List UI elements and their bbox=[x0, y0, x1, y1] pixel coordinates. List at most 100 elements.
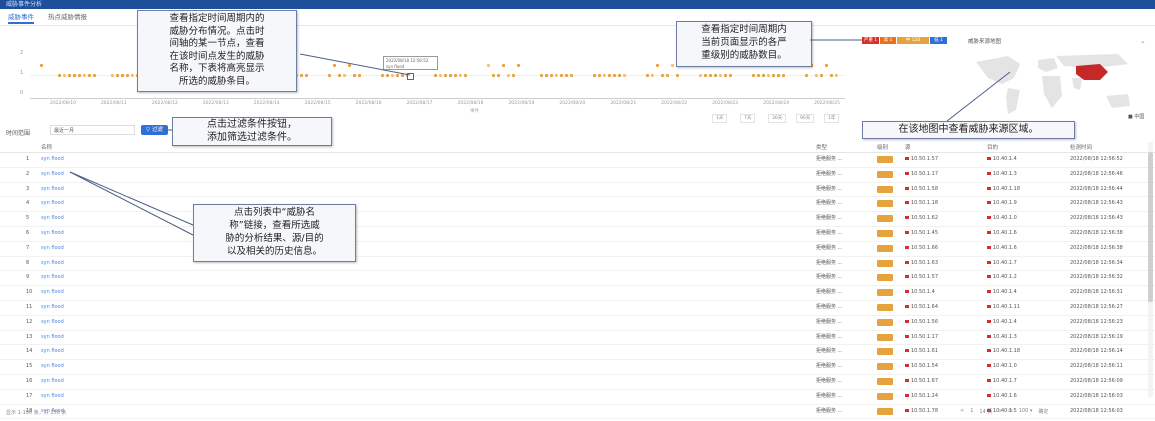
timeline-event-node[interactable] bbox=[704, 74, 707, 77]
timeline-event-node[interactable] bbox=[699, 74, 702, 77]
severity-badge[interactable]: 中 120 bbox=[897, 37, 929, 44]
timeline-event-node[interactable] bbox=[111, 74, 114, 77]
timeline-event-node[interactable] bbox=[512, 74, 515, 77]
timeline-event-node[interactable] bbox=[116, 74, 119, 77]
threat-name-link[interactable]: syn flood bbox=[41, 393, 64, 400]
timeline-event-node[interactable] bbox=[492, 74, 495, 77]
tab-threat-events[interactable]: 威胁事件 bbox=[8, 11, 34, 24]
timeline-event-node[interactable] bbox=[618, 74, 621, 77]
threat-name-link[interactable]: syn flood bbox=[41, 260, 64, 267]
threat-name-link[interactable]: syn flood bbox=[41, 274, 64, 281]
pager-control[interactable]: 100 ▾ bbox=[1019, 408, 1033, 415]
timeline-event-node[interactable] bbox=[502, 64, 505, 67]
table-row[interactable]: 13 syn flood 拒绝服务 ... 10.50.1.17 10.40.1.3 20… bbox=[0, 331, 1155, 346]
threat-name-link[interactable]: syn flood bbox=[41, 215, 64, 222]
table-row[interactable]: 10 syn flood 拒绝服务 ... 10.50.1.4 10.40.1.4 202… bbox=[0, 286, 1155, 301]
timeline-event-node[interactable] bbox=[305, 74, 308, 77]
timeline-event-node[interactable] bbox=[88, 74, 91, 77]
timeline-event-node[interactable] bbox=[343, 74, 346, 77]
threat-name-link[interactable]: syn flood bbox=[41, 186, 64, 193]
timeline-event-node[interactable] bbox=[439, 74, 442, 77]
time-range-select[interactable]: 最近一月 bbox=[50, 125, 135, 135]
timeline-event-node[interactable] bbox=[719, 74, 722, 77]
timeline-event-node[interactable] bbox=[126, 74, 129, 77]
table-row[interactable]: 1 syn flood 拒绝服务 ... 10.50.1.57 10.40.1.4 202… bbox=[0, 153, 1155, 168]
timeline-event-node[interactable] bbox=[121, 74, 124, 77]
threat-name-link[interactable]: syn flood bbox=[41, 200, 64, 207]
timeline-event-node[interactable] bbox=[603, 74, 606, 77]
timeline-event-node[interactable] bbox=[565, 74, 568, 77]
threat-name-link[interactable]: syn flood bbox=[41, 363, 64, 370]
table-row[interactable]: 16 syn flood 拒绝服务 ... 10.50.1.67 10.40.1.7 20… bbox=[0, 375, 1155, 390]
timeline-event-node[interactable] bbox=[651, 74, 654, 77]
threat-name-link[interactable]: syn flood bbox=[41, 230, 64, 237]
timeline-event-node[interactable] bbox=[386, 74, 389, 77]
timeline-event-node[interactable] bbox=[73, 74, 76, 77]
timeline-event-node[interactable] bbox=[757, 74, 760, 77]
timeline-event-node[interactable] bbox=[593, 74, 596, 77]
severity-badge[interactable]: 低 1 bbox=[930, 37, 947, 44]
threat-name-link[interactable]: syn flood bbox=[41, 334, 64, 341]
timeline-event-node[interactable] bbox=[613, 74, 616, 77]
timeline-range-button[interactable]: 30天 bbox=[768, 114, 787, 123]
threat-name-link[interactable]: syn flood bbox=[41, 289, 64, 296]
timeline-event-node[interactable] bbox=[434, 74, 437, 77]
timeline-event-node[interactable] bbox=[78, 74, 81, 77]
pager-control[interactable]: 确定 bbox=[1038, 408, 1048, 415]
timeline-range-button[interactable]: 90天 bbox=[796, 114, 815, 123]
threat-name-link[interactable]: syn flood bbox=[41, 319, 64, 326]
timeline-event-node[interactable] bbox=[507, 74, 510, 77]
timeline-event-node[interactable] bbox=[676, 74, 679, 77]
pager-control[interactable]: ⟳ bbox=[1009, 408, 1013, 415]
table-row[interactable]: 6 syn flood 拒绝服务 ... 10.50.1.45 10.40.1.6 202… bbox=[0, 227, 1155, 242]
table-row[interactable]: 15 syn flood 拒绝服务 ... 10.50.1.54 10.40.1.0 20… bbox=[0, 360, 1155, 375]
timeline-event-node[interactable] bbox=[449, 74, 452, 77]
timeline-event-node[interactable] bbox=[459, 74, 462, 77]
timeline-event-node[interactable] bbox=[729, 74, 732, 77]
table-row[interactable]: 5 syn flood 拒绝服务 ... 10.50.1.62 10.40.1.0 202… bbox=[0, 212, 1155, 227]
timeline-event-node[interactable] bbox=[560, 74, 563, 77]
table-row[interactable]: 8 syn flood 拒绝服务 ... 10.50.1.63 10.40.1.7 202… bbox=[0, 257, 1155, 272]
timeline-event-node[interactable] bbox=[328, 74, 331, 77]
timeline-event-node[interactable] bbox=[777, 74, 780, 77]
timeline-event-node[interactable] bbox=[820, 74, 823, 77]
threat-name-link[interactable]: syn flood bbox=[41, 156, 64, 163]
timeline-event-node[interactable] bbox=[825, 64, 828, 67]
timeline-selected-node[interactable] bbox=[407, 73, 414, 80]
timeline-event-node[interactable] bbox=[358, 74, 361, 77]
col-header-type[interactable]: 类型 bbox=[816, 143, 827, 151]
timeline-event-node[interactable] bbox=[772, 74, 775, 77]
timeline-event-node[interactable] bbox=[646, 74, 649, 77]
threat-name-link[interactable]: syn flood bbox=[41, 378, 64, 385]
pager-control[interactable]: > bbox=[998, 408, 1002, 415]
timeline-event-node[interactable] bbox=[815, 74, 818, 77]
col-header-name[interactable]: 名称 bbox=[41, 143, 52, 151]
timeline-event-node[interactable] bbox=[545, 74, 548, 77]
timeline-event-node[interactable] bbox=[300, 74, 303, 77]
timeline-event-node[interactable] bbox=[762, 74, 765, 77]
severity-badge[interactable]: 高 1 bbox=[880, 37, 896, 44]
table-scroll-thumb[interactable] bbox=[1148, 152, 1153, 302]
table-row[interactable]: 4 syn flood 拒绝服务 ... 10.50.1.18 10.40.1.9 202… bbox=[0, 197, 1155, 213]
timeline-event-node[interactable] bbox=[497, 74, 500, 77]
timeline-range-button[interactable]: 1年 bbox=[824, 114, 840, 123]
threat-name-link[interactable]: syn flood bbox=[41, 304, 64, 311]
timeline-event-node[interactable] bbox=[444, 74, 447, 77]
timeline-event-node[interactable] bbox=[623, 74, 626, 77]
timeline-event-node[interactable] bbox=[608, 74, 611, 77]
timeline-event-node[interactable] bbox=[63, 74, 66, 77]
table-row[interactable]: 14 syn flood 拒绝服务 ... 10.50.1.61 10.40.1.18 2… bbox=[0, 345, 1155, 361]
table-row[interactable]: 7 syn flood 拒绝服务 ... 10.50.1.66 10.40.1.6 202… bbox=[0, 242, 1155, 257]
threat-name-link[interactable]: syn flood bbox=[41, 348, 64, 355]
map-collapse-icon[interactable]: ⌄ bbox=[1140, 37, 1146, 45]
table-row[interactable]: 11 syn flood 拒绝服务 ... 10.50.1.64 10.40.1.11 2… bbox=[0, 301, 1155, 316]
timeline-event-node[interactable] bbox=[487, 64, 490, 67]
severity-badge[interactable]: 严重 1 bbox=[862, 37, 879, 44]
timeline-event-node[interactable] bbox=[517, 64, 520, 67]
timeline-event-node[interactable] bbox=[752, 74, 755, 77]
tab-hot-intel[interactable]: 热点威胁情报 bbox=[48, 11, 87, 24]
table-row[interactable]: 9 syn flood 拒绝服务 ... 10.50.1.57 10.40.1.2 202… bbox=[0, 271, 1155, 287]
timeline-event-node[interactable] bbox=[83, 74, 86, 77]
timeline-event-node[interactable] bbox=[464, 74, 467, 77]
col-header-destination[interactable]: 目的 bbox=[987, 143, 998, 151]
